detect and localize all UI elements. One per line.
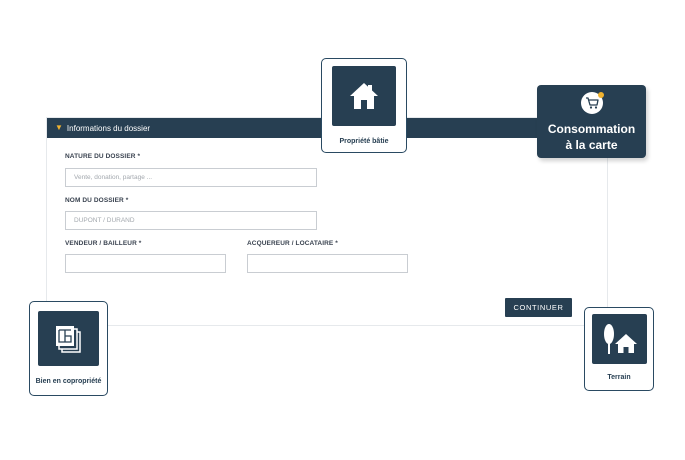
acquereur-label: ACQUEREUR / LOCATAIRE * [247,240,338,247]
card-label-propriete: Propriété bâtie [339,138,389,145]
promo-line-1: Consommation [547,122,636,136]
promo-text: Consommation à la carte [537,121,646,153]
building-plan-icon [38,311,99,366]
nature-label: NATURE DU DOSSIER * [65,153,141,160]
promo-consommation-badge[interactable]: Consommation à la carte [537,85,646,158]
house-icon [332,66,396,126]
card-copropriete[interactable]: Bien en copropriété [29,301,108,396]
nom-label: NOM DU DOSSIER * [65,197,129,204]
nom-input[interactable]: DUPONT / DURAND [65,211,317,230]
notification-dot [598,92,604,98]
card-label-terrain: Terrain [607,374,631,381]
chevron-down-icon: ▼ [55,122,63,132]
continue-button[interactable]: CONTINUER [505,298,572,317]
vendeur-label: VENDEUR / BAILLEUR * [65,240,142,247]
promo-line-2: à la carte [565,138,618,152]
nature-input[interactable]: Vente, donation, partage ... [65,168,317,187]
card-propriete-batie[interactable]: Propriété bâtie [321,58,407,153]
section-title: Informations du dossier [66,123,151,133]
card-terrain[interactable]: Terrain [584,307,654,391]
vendeur-input[interactable] [65,254,226,273]
acquereur-input[interactable] [247,254,408,273]
tree-house-icon [592,314,647,364]
card-label-copropriete: Bien en copropriété [35,378,102,385]
